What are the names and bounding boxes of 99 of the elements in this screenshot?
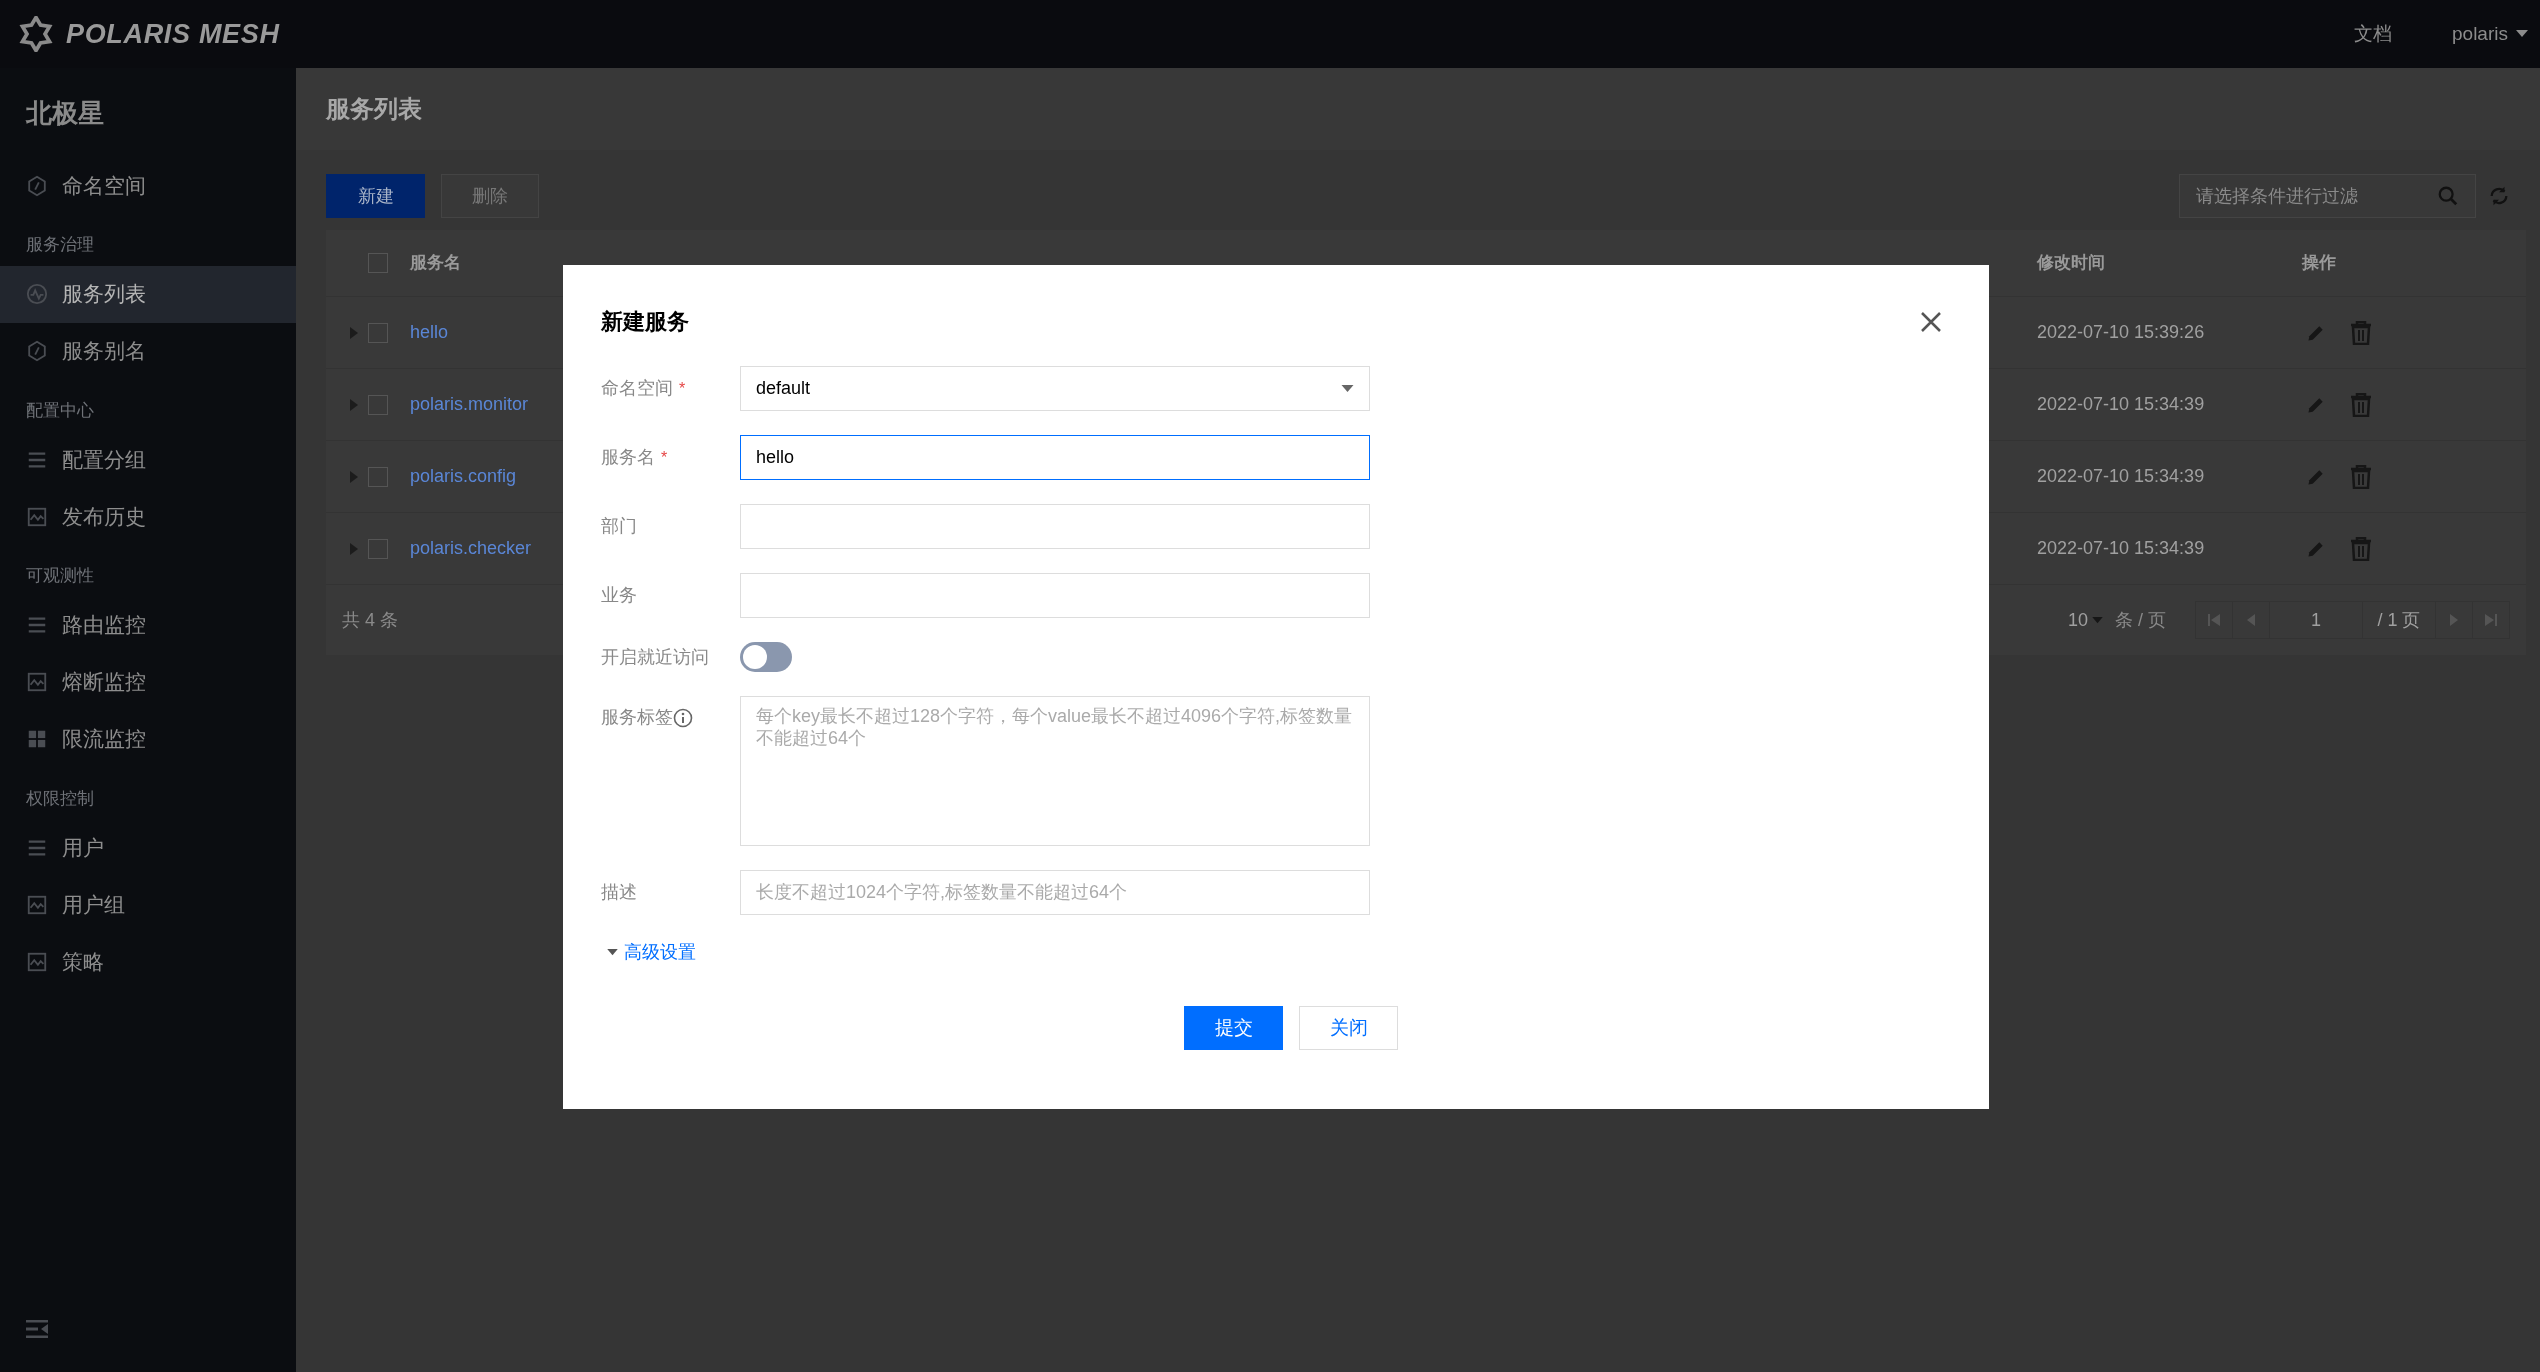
pulse-icon — [26, 283, 48, 305]
table-cell: 2022-07-10 15:34:39 — [2037, 466, 2205, 486]
service-link[interactable]: polaris.monitor — [410, 394, 529, 414]
expand-icon[interactable] — [350, 542, 358, 555]
trash-icon[interactable] — [2350, 464, 2372, 489]
section-heading: 权限控制 — [25, 787, 95, 810]
page-size-select[interactable]: 10 — [2067, 606, 2103, 634]
list-icon — [26, 614, 48, 636]
total-count: 共 4 条 — [342, 608, 398, 632]
last-page-button[interactable] — [2472, 601, 2510, 639]
service-link[interactable]: hello — [410, 322, 449, 342]
table-cell: 2022-07-10 15:34:39 — [2037, 538, 2205, 558]
caret-icon — [2092, 616, 2103, 624]
sidebar-item[interactable]: 命名空间 — [0, 157, 296, 214]
hexagon-icon — [26, 340, 48, 362]
column-header: 服务名 — [410, 253, 461, 273]
table-cell: 2022-07-10 15:39:26 — [2037, 322, 2205, 342]
section-heading: 可观测性 — [25, 565, 95, 587]
grid-icon — [26, 728, 48, 750]
expand-icon[interactable] — [350, 470, 358, 483]
field-label: 命名空间 — [601, 377, 673, 400]
info-icon[interactable] — [673, 707, 693, 728]
field-label: 服务名 — [601, 446, 655, 469]
logo-icon — [18, 16, 54, 52]
required-mark: * — [661, 447, 668, 468]
previous-page-button[interactable] — [2232, 601, 2270, 639]
trash-icon[interactable] — [2350, 392, 2372, 417]
sidebar-item[interactable]: 路由监控 — [0, 596, 296, 654]
docs-link[interactable]: 文档 — [2354, 19, 2392, 49]
expand-icon[interactable] — [350, 398, 358, 411]
checkbox[interactable] — [368, 538, 388, 559]
create-button[interactable]: 新建 — [326, 174, 425, 218]
collapse-sidebar-button[interactable] — [26, 1318, 50, 1340]
page-input[interactable]: 1 — [2269, 601, 2363, 639]
field-label: 部门 — [601, 515, 637, 538]
per-page-label: 条 / 页 — [2115, 608, 2166, 632]
chart-icon — [26, 893, 48, 916]
column-header: 修改时间 — [2037, 253, 2105, 273]
sidebar-item[interactable]: 用户组 — [0, 876, 296, 933]
last-page-icon — [2485, 614, 2497, 626]
hexagon-icon — [26, 174, 48, 197]
toggle-switch[interactable] — [740, 642, 792, 672]
namespace-select[interactable]: default — [740, 366, 1370, 411]
submit-button[interactable]: 提交 — [1184, 1006, 1283, 1050]
sidebar-item[interactable]: 策略 — [0, 933, 296, 990]
checkbox[interactable] — [368, 322, 388, 343]
chart-icon — [26, 950, 48, 973]
trash-icon[interactable] — [2350, 536, 2372, 561]
input-field[interactable]: hello — [740, 435, 1370, 480]
close-button[interactable] — [1921, 310, 1943, 333]
first-page-button[interactable] — [2195, 601, 2233, 639]
previous-page-icon — [2245, 614, 2257, 626]
service-link[interactable]: polaris.config — [410, 466, 517, 486]
table-cell: 2022-07-10 15:34:39 — [2037, 394, 2205, 414]
next-page-button[interactable] — [2435, 601, 2473, 639]
sidebar-title: 北极星 — [24, 97, 105, 130]
text-area[interactable]: 每个key最长不超过128个字符，每个value最长不超过4096个字符,标签数量不能超过64个 — [740, 696, 1370, 846]
checkbox[interactable] — [368, 466, 388, 487]
field-label: 描述 — [601, 881, 637, 904]
required-mark: * — [679, 378, 686, 399]
dialog-title: 新建服务 — [601, 308, 689, 336]
brand-name: POLARIS MESH — [66, 17, 280, 51]
sidebar-item[interactable]: 用户 — [0, 819, 296, 876]
close-dialog-button[interactable]: 关闭 — [1299, 1006, 1398, 1050]
field-label: 开启就近访问 — [601, 645, 709, 669]
section-heading: 配置中心 — [25, 399, 95, 422]
search-icon — [2437, 185, 2459, 207]
checkbox[interactable] — [368, 253, 388, 273]
caret-icon — [1341, 384, 1354, 393]
checkbox[interactable] — [368, 394, 388, 415]
sidebar-item[interactable]: 服务别名 — [0, 322, 296, 380]
sidebar-item[interactable]: 发布历史 — [0, 488, 296, 545]
input-field[interactable] — [740, 573, 1370, 618]
chart-icon — [26, 505, 48, 528]
page-count: / 1 页 — [2377, 608, 2421, 632]
input-field[interactable] — [740, 504, 1370, 549]
column-header: 操作 — [2302, 253, 2336, 273]
sidebar-item[interactable]: 配置分组 — [0, 431, 296, 488]
sidebar-item[interactable]: 熔断监控 — [0, 653, 296, 711]
first-page-icon — [2208, 614, 2220, 626]
expand-icon[interactable] — [350, 326, 358, 339]
search-box[interactable]: 请选择条件进行过滤 — [2179, 174, 2476, 218]
chart-icon — [26, 671, 48, 693]
service-link[interactable]: polaris.checker — [410, 538, 532, 558]
page-title: 服务列表 — [326, 94, 422, 124]
input-field[interactable]: 长度不超过1024个字符,标签数量不能超过64个 — [740, 870, 1370, 915]
search-field[interactable]: 请选择条件进行过滤 — [2196, 182, 2437, 210]
user-menu[interactable]: polaris — [2452, 19, 2528, 49]
trash-icon[interactable] — [2350, 320, 2372, 345]
sidebar-item[interactable]: 服务列表 — [0, 265, 296, 323]
caret-icon — [2516, 30, 2528, 38]
next-page-icon — [2448, 614, 2460, 626]
sidebar-item[interactable]: 限流监控 — [0, 710, 296, 768]
field-label: 服务标签 — [601, 706, 673, 729]
field-label: 业务 — [601, 584, 637, 607]
caret-icon — [607, 949, 618, 956]
section-heading: 服务治理 — [25, 234, 95, 256]
advanced-settings-link[interactable]: 高级设置 — [607, 939, 696, 966]
refresh-icon[interactable] — [2488, 185, 2510, 207]
